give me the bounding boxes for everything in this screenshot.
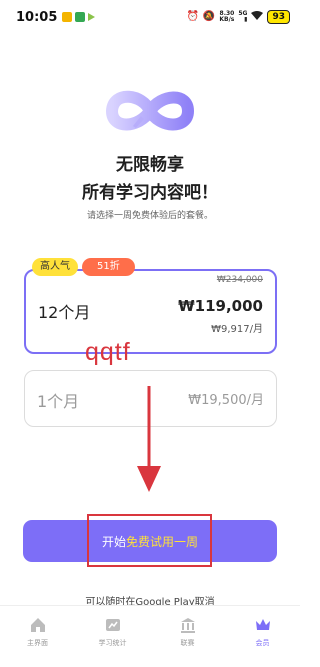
annotation-arrow-icon	[137, 386, 161, 492]
bottom-nav: 主界面 学习统计 联赛 会员	[0, 605, 300, 667]
crown-icon	[255, 619, 270, 630]
net-speed: 8.30 KB/s	[219, 11, 234, 23]
app-notification-icon	[75, 12, 86, 22]
notification-icons	[62, 12, 96, 22]
plan-name: 12个月	[38, 303, 91, 322]
nav-label: 主界面	[27, 639, 48, 647]
nav-item-home[interactable]: 主界面	[0, 606, 75, 667]
plan-price: ₩119,000	[178, 297, 263, 315]
mute-icon: 🔕	[202, 11, 216, 22]
app-notification-icon	[62, 12, 73, 22]
play-store-icon	[88, 13, 96, 21]
nav-label: 联赛	[180, 639, 195, 647]
nav-item-stats[interactable]: 学习统计	[75, 606, 150, 667]
annotation-text: qqtf	[85, 338, 131, 366]
discount-badge: 51折	[82, 258, 135, 276]
alarm-icon: ⏰	[186, 11, 199, 22]
plan-12-months[interactable]: 12个月 ₩234,000 ₩119,000 ₩9,917/月	[24, 269, 277, 354]
nav-label: 学习统计	[98, 639, 127, 647]
wifi-icon	[251, 10, 264, 24]
network-type: 5G ▮	[238, 10, 248, 23]
plan-price: ₩19,500/月	[188, 393, 264, 408]
battery-indicator: 93	[267, 10, 290, 24]
plan-badges: 高人气 51折	[32, 258, 135, 276]
headline-line2: 所有学习内容吧！	[82, 183, 218, 203]
nav-item-league[interactable]: 联赛	[150, 606, 225, 667]
net-speed-unit: KB/s	[219, 16, 235, 23]
stats-icon	[105, 619, 120, 631]
league-icon	[180, 618, 195, 633]
original-price: ₩234,000	[216, 275, 263, 285]
headline-line1: 无限畅享	[116, 155, 184, 175]
nav-item-membership[interactable]: 会员	[225, 606, 300, 667]
nav-label: 会员	[255, 639, 270, 647]
status-bar: 10:05 ⏰ 🔕 8.30 KB/s 5G ▮ 93	[0, 0, 300, 34]
home-icon	[30, 618, 45, 632]
plan-name: 1个月	[37, 392, 80, 411]
popular-badge: 高人气	[32, 258, 78, 276]
infinity-logo-icon	[105, 90, 195, 131]
subtitle: 请选择一周免费体验后的套餐。	[86, 211, 213, 221]
annotation-box	[87, 514, 212, 567]
monthly-price: ₩9,917/月	[211, 324, 263, 335]
status-time: 10:05	[16, 9, 58, 25]
